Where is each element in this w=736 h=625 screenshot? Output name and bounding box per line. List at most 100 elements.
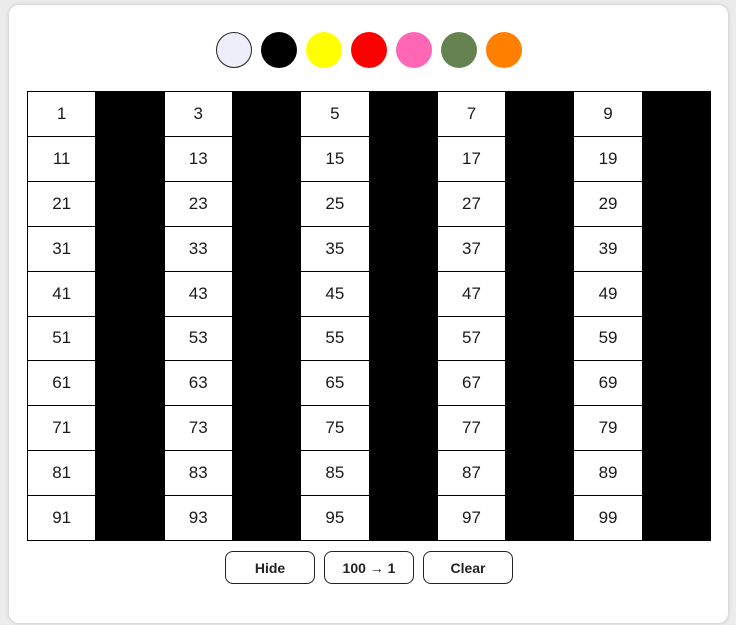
grid-cell-6[interactable]: 6 — [369, 92, 438, 137]
grid-cell-21[interactable]: 21 — [28, 181, 97, 227]
grid-cell-72[interactable]: 72 — [96, 406, 165, 452]
grid-cell-61[interactable]: 61 — [28, 361, 97, 407]
grid-cell-82[interactable]: 82 — [96, 451, 165, 497]
grid-cell-16[interactable]: 16 — [369, 136, 438, 182]
grid-cell-30[interactable]: 30 — [642, 181, 711, 227]
grid-cell-41[interactable]: 41 — [28, 271, 97, 317]
grid-cell-94[interactable]: 94 — [232, 496, 302, 541]
grid-cell-26[interactable]: 26 — [369, 181, 438, 227]
grid-cell-3[interactable]: 3 — [164, 92, 233, 137]
grid-cell-43[interactable]: 43 — [164, 271, 233, 317]
grid-cell-73[interactable]: 73 — [164, 406, 233, 452]
grid-cell-23[interactable]: 23 — [164, 181, 233, 227]
grid-cell-48[interactable]: 48 — [506, 271, 575, 317]
grid-cell-69[interactable]: 69 — [574, 361, 643, 407]
grid-cell-55[interactable]: 55 — [301, 316, 370, 362]
grid-cell-84[interactable]: 84 — [232, 451, 302, 497]
grid-cell-50[interactable]: 50 — [642, 271, 711, 317]
grid-cell-98[interactable]: 98 — [506, 496, 575, 541]
grid-cell-47[interactable]: 47 — [437, 271, 507, 317]
grid-cell-80[interactable]: 80 — [642, 406, 711, 452]
grid-cell-28[interactable]: 28 — [506, 181, 575, 227]
grid-cell-10[interactable]: 10 — [642, 92, 711, 137]
hide-button[interactable]: Hide — [225, 551, 315, 584]
grid-cell-40[interactable]: 40 — [642, 226, 711, 272]
color-swatch-orange[interactable] — [486, 32, 522, 68]
grid-cell-9[interactable]: 9 — [574, 92, 643, 137]
grid-cell-59[interactable]: 59 — [574, 316, 643, 362]
grid-cell-85[interactable]: 85 — [301, 451, 370, 497]
grid-cell-49[interactable]: 49 — [574, 271, 643, 317]
grid-cell-25[interactable]: 25 — [301, 181, 370, 227]
grid-cell-67[interactable]: 67 — [437, 361, 507, 407]
color-swatch-red[interactable] — [351, 32, 387, 68]
grid-cell-58[interactable]: 58 — [506, 316, 575, 362]
grid-cell-70[interactable]: 70 — [642, 361, 711, 407]
grid-cell-83[interactable]: 83 — [164, 451, 233, 497]
grid-cell-71[interactable]: 71 — [28, 406, 97, 452]
grid-cell-96[interactable]: 96 — [369, 496, 438, 541]
grid-cell-91[interactable]: 91 — [28, 496, 97, 541]
grid-cell-97[interactable]: 97 — [437, 496, 507, 541]
grid-cell-79[interactable]: 79 — [574, 406, 643, 452]
grid-cell-22[interactable]: 22 — [96, 181, 165, 227]
grid-cell-14[interactable]: 14 — [232, 136, 302, 182]
grid-cell-37[interactable]: 37 — [437, 226, 507, 272]
grid-cell-99[interactable]: 99 — [574, 496, 643, 541]
grid-cell-89[interactable]: 89 — [574, 451, 643, 497]
grid-cell-90[interactable]: 90 — [642, 451, 711, 497]
grid-cell-13[interactable]: 13 — [164, 136, 233, 182]
grid-cell-31[interactable]: 31 — [28, 226, 97, 272]
grid-cell-51[interactable]: 51 — [28, 316, 97, 362]
grid-cell-64[interactable]: 64 — [232, 361, 302, 407]
grid-cell-34[interactable]: 34 — [232, 226, 302, 272]
grid-cell-63[interactable]: 63 — [164, 361, 233, 407]
grid-cell-86[interactable]: 86 — [369, 451, 438, 497]
grid-cell-1[interactable]: 1 — [28, 92, 97, 137]
grid-cell-53[interactable]: 53 — [164, 316, 233, 362]
grid-cell-88[interactable]: 88 — [506, 451, 575, 497]
grid-cell-54[interactable]: 54 — [232, 316, 302, 362]
grid-cell-65[interactable]: 65 — [301, 361, 370, 407]
grid-cell-38[interactable]: 38 — [506, 226, 575, 272]
grid-cell-45[interactable]: 45 — [301, 271, 370, 317]
grid-cell-93[interactable]: 93 — [164, 496, 233, 541]
grid-cell-74[interactable]: 74 — [232, 406, 302, 452]
color-swatch-black[interactable] — [261, 32, 297, 68]
grid-cell-75[interactable]: 75 — [301, 406, 370, 452]
grid-cell-62[interactable]: 62 — [96, 361, 165, 407]
grid-cell-56[interactable]: 56 — [369, 316, 438, 362]
grid-cell-77[interactable]: 77 — [437, 406, 507, 452]
grid-cell-15[interactable]: 15 — [301, 136, 370, 182]
grid-cell-19[interactable]: 19 — [574, 136, 643, 182]
grid-cell-68[interactable]: 68 — [506, 361, 575, 407]
grid-cell-18[interactable]: 18 — [506, 136, 575, 182]
grid-cell-17[interactable]: 17 — [437, 136, 507, 182]
grid-cell-4[interactable]: 4 — [232, 92, 302, 137]
grid-cell-32[interactable]: 32 — [96, 226, 165, 272]
grid-cell-2[interactable]: 2 — [96, 92, 165, 137]
grid-cell-52[interactable]: 52 — [96, 316, 165, 362]
grid-cell-57[interactable]: 57 — [437, 316, 507, 362]
clear-button[interactable]: Clear — [423, 551, 513, 584]
grid-cell-76[interactable]: 76 — [369, 406, 438, 452]
reverse-order-button[interactable]: 100 → 1 — [324, 551, 414, 584]
grid-cell-46[interactable]: 46 — [369, 271, 438, 317]
color-swatch-yellow[interactable] — [306, 32, 342, 68]
grid-cell-87[interactable]: 87 — [437, 451, 507, 497]
grid-cell-5[interactable]: 5 — [301, 92, 370, 137]
color-swatch-pink[interactable] — [396, 32, 432, 68]
grid-cell-44[interactable]: 44 — [232, 271, 302, 317]
grid-cell-36[interactable]: 36 — [369, 226, 438, 272]
grid-cell-29[interactable]: 29 — [574, 181, 643, 227]
grid-cell-33[interactable]: 33 — [164, 226, 233, 272]
grid-cell-66[interactable]: 66 — [369, 361, 438, 407]
color-swatch-olive-green[interactable] — [441, 32, 477, 68]
grid-cell-39[interactable]: 39 — [574, 226, 643, 272]
grid-cell-81[interactable]: 81 — [28, 451, 97, 497]
grid-cell-20[interactable]: 20 — [642, 136, 711, 182]
grid-cell-27[interactable]: 27 — [437, 181, 507, 227]
grid-cell-7[interactable]: 7 — [437, 92, 507, 137]
grid-cell-24[interactable]: 24 — [232, 181, 302, 227]
grid-cell-42[interactable]: 42 — [96, 271, 165, 317]
